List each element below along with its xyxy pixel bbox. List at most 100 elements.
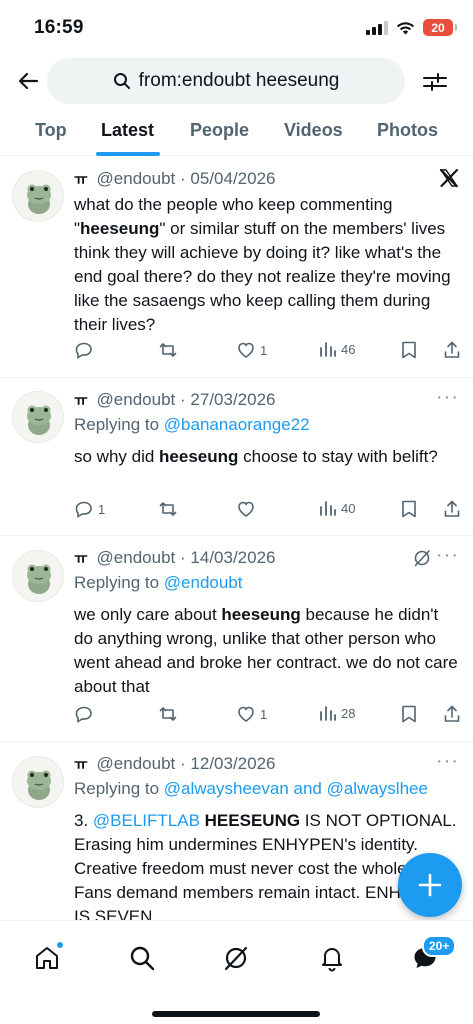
tweet-date[interactable]: 14/03/2026 <box>190 548 275 567</box>
like-button[interactable]: 1 <box>236 704 267 724</box>
tweet-text: what do the people who keep commenting "… <box>74 193 459 337</box>
replying-to-link[interactable]: @alwaysheevan and @alwayslhee <box>164 779 428 798</box>
reply-button[interactable] <box>74 340 98 360</box>
grok-icon[interactable] <box>413 549 431 572</box>
more-options-button[interactable]: ··· <box>436 386 459 409</box>
tab-photos[interactable]: Photos <box>377 120 438 141</box>
user-handle[interactable]: @endoubt <box>97 390 176 409</box>
nav-explore[interactable] <box>125 941 159 975</box>
retweet-icon <box>159 343 177 357</box>
bookmark-icon <box>402 341 416 359</box>
share-button[interactable] <box>442 499 462 519</box>
avatar[interactable] <box>12 550 64 602</box>
search-input[interactable]: from:endoubt heeseung <box>47 58 405 104</box>
more-options-button[interactable]: ··· <box>436 544 459 567</box>
retweet-button[interactable] <box>158 340 182 360</box>
views-button[interactable]: 28 <box>319 704 355 722</box>
x-logo-icon[interactable] <box>439 168 459 193</box>
tweet-text: so why did heeseung choose to stay with … <box>74 445 459 469</box>
tweet-header: ㅠ @endoubt · 27/03/2026 <box>74 389 276 410</box>
like-count: 1 <box>260 706 268 722</box>
avatar[interactable] <box>12 391 64 443</box>
tweet-actions: 1 28 <box>74 704 464 728</box>
bookmark-button[interactable] <box>400 704 418 724</box>
display-name[interactable]: ㅠ <box>74 550 88 567</box>
tweet-text-part: choose to stay with belift? <box>238 447 438 466</box>
bookmark-button[interactable] <box>400 499 418 519</box>
avatar[interactable] <box>12 170 64 222</box>
views-button[interactable]: 40 <box>319 499 355 517</box>
reply-button[interactable]: 1 <box>74 499 105 519</box>
user-handle[interactable]: @endoubt <box>97 754 176 773</box>
tweet[interactable]: ㅠ @endoubt · 05/04/2026 what do the peop… <box>0 156 473 378</box>
display-name[interactable]: ㅠ <box>74 392 88 409</box>
back-button[interactable] <box>14 67 42 95</box>
frog-avatar-icon <box>27 564 51 594</box>
heart-icon <box>238 342 254 358</box>
search-query: from:endoubt heeseung <box>138 70 340 91</box>
nav-messages[interactable]: 20+ <box>408 935 457 975</box>
avatar[interactable] <box>12 756 64 808</box>
tweet[interactable]: ㅠ @endoubt · 27/03/2026 ··· Replying to … <box>0 378 473 536</box>
reply-icon <box>75 501 92 518</box>
tweet-date[interactable]: 27/03/2026 <box>190 390 275 409</box>
home-notification-dot <box>56 941 64 949</box>
replying-to: Replying to @alwaysheevan and @alwayslhe… <box>74 779 428 799</box>
like-button[interactable] <box>236 499 260 519</box>
like-count: 1 <box>260 342 268 358</box>
replying-to-link[interactable]: @bananaorange22 <box>164 415 310 434</box>
compose-post-button[interactable] <box>398 853 462 917</box>
nav-notifications[interactable] <box>315 941 349 975</box>
retweet-button[interactable] <box>158 704 182 724</box>
tab-latest[interactable]: Latest <box>101 120 154 141</box>
user-handle[interactable]: @endoubt <box>97 169 176 188</box>
heart-icon <box>238 501 254 517</box>
replying-to-prefix: Replying to <box>74 779 164 798</box>
display-name[interactable]: ㅠ <box>74 756 88 773</box>
tweet-header: ㅠ @endoubt · 12/03/2026 <box>74 753 276 774</box>
bookmark-icon <box>402 500 416 518</box>
user-handle[interactable]: @endoubt <box>97 548 176 567</box>
reply-count: 1 <box>98 501 106 517</box>
frog-avatar-icon <box>27 184 51 214</box>
tweet-header: ㅠ @endoubt · 05/04/2026 <box>74 168 276 189</box>
view-count: 40 <box>341 500 356 516</box>
retweet-button[interactable] <box>158 499 182 519</box>
reply-button[interactable] <box>74 704 98 724</box>
highlighted-keyword: HEESEUNG <box>204 811 301 830</box>
more-options-button[interactable]: ··· <box>436 750 459 773</box>
battery-indicator: 20 <box>423 19 457 36</box>
bookmark-button[interactable] <box>400 340 418 360</box>
tab-people[interactable]: People <box>190 120 249 141</box>
separator-dot: · <box>180 548 186 567</box>
like-button[interactable]: 1 <box>236 340 267 360</box>
replying-to-link[interactable]: @endoubt <box>164 573 243 592</box>
share-button[interactable] <box>442 340 462 360</box>
tweet-text: we only care about heeseung because he d… <box>74 603 459 699</box>
tweet[interactable]: ㅠ @endoubt · 14/03/2026 ··· Replying to … <box>0 536 473 742</box>
frog-avatar-icon <box>27 405 51 435</box>
mention-link[interactable]: @BELIFTLAB <box>93 811 200 830</box>
status-bar: 16:59 20 <box>0 0 473 56</box>
home-indicator <box>152 1011 320 1017</box>
highlighted-keyword: heeseung <box>159 447 239 466</box>
views-button[interactable]: 46 <box>319 340 355 358</box>
nav-home[interactable] <box>30 941 64 975</box>
sliders-icon <box>423 73 447 91</box>
separator-dot: · <box>180 390 186 409</box>
nav-grok[interactable] <box>219 941 253 975</box>
tweet-date[interactable]: 12/03/2026 <box>190 754 275 773</box>
tab-videos[interactable]: Videos <box>284 120 343 141</box>
battery-level: 20 <box>431 20 445 35</box>
tweet-text-part: so why did <box>74 447 160 466</box>
highlighted-keyword: heeseung <box>80 219 160 238</box>
tweet-date[interactable]: 05/04/2026 <box>190 169 275 188</box>
tweet-text-part: we only care about <box>74 605 222 624</box>
tweet-feed[interactable]: ㅠ @endoubt · 05/04/2026 what do the peop… <box>0 156 473 920</box>
views-bar-chart-icon <box>320 342 336 357</box>
tab-top[interactable]: Top <box>35 120 67 141</box>
display-name[interactable]: ㅠ <box>74 171 88 188</box>
status-icons: 20 <box>366 19 457 36</box>
search-filter-button[interactable] <box>420 67 450 97</box>
share-button[interactable] <box>442 704 462 724</box>
